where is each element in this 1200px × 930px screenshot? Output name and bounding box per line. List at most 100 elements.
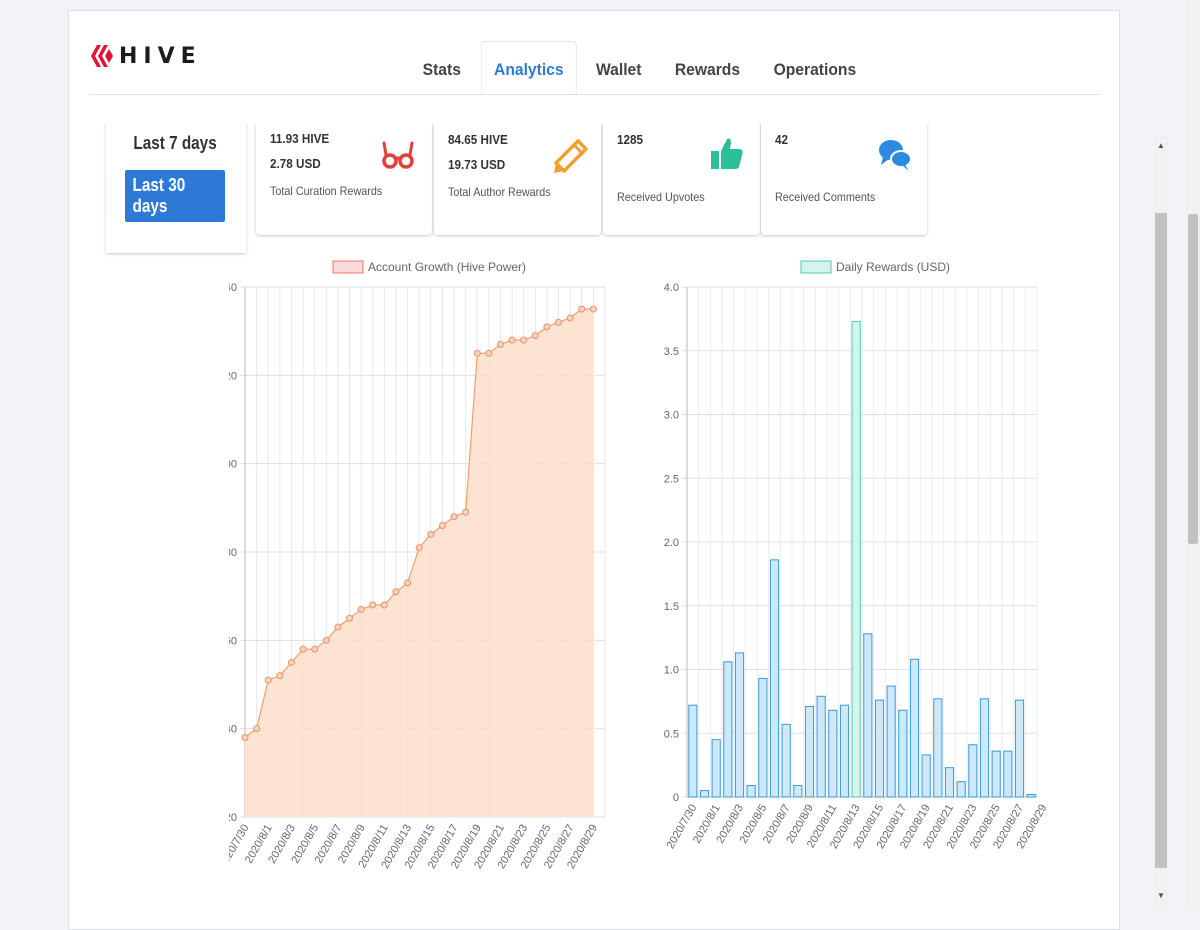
tab-operations[interactable]: Operations [761, 41, 869, 95]
content-scrollbar[interactable]: ▲ ▼ [1154, 135, 1168, 907]
main-tabs: Stats Analytics Wallet Rewards Operation… [407, 41, 874, 95]
last-30-days-label: Last 30 days [132, 175, 186, 216]
rewards-bar [781, 723, 791, 798]
growth-ytick-label: 1540 [229, 724, 237, 736]
growth-ytick-label: 1600 [229, 459, 237, 471]
comments-label: Received Comments [775, 190, 876, 204]
rewards-bar [758, 677, 768, 798]
upvotes-card: 1285 Received Upvotes [603, 123, 760, 235]
last-30-days-button[interactable]: Last 30 days [125, 170, 225, 222]
growth-point [450, 513, 458, 521]
growth-point [357, 605, 365, 613]
growth-ytick-label: 1560 [229, 635, 237, 647]
rewards-ytick-label: 1.5 [664, 601, 679, 613]
tab-rewards[interactable]: Rewards [662, 41, 753, 95]
scroll-up-arrow[interactable]: ▲ [1154, 139, 1168, 153]
growth-ytick-label: 1580 [229, 547, 237, 559]
rewards-bar [909, 658, 920, 798]
rewards-bar [793, 785, 803, 798]
rewards-bar [746, 785, 756, 798]
rewards-bar [839, 704, 850, 798]
rewards-bar [711, 739, 721, 798]
scroll-down-arrow[interactable]: ▼ [1154, 889, 1168, 903]
growth-point [299, 645, 307, 653]
growth-point [589, 305, 597, 313]
growth-point [473, 349, 481, 357]
account-growth-chart: Account Growth (Hive Power) 1520 1540 1560 1… [229, 260, 606, 871]
page-card: HIVE Stats Analytics Wallet Rewards Oper… [68, 10, 1168, 930]
growth-point [241, 734, 249, 741]
growth-ytick-label: 1640 [229, 282, 237, 294]
growth-point [380, 601, 388, 609]
logo-text: HIVE [119, 43, 202, 69]
rewards-ytick-label: 3.5 [664, 346, 679, 358]
growth-point [334, 623, 342, 631]
rewards-bar [956, 781, 966, 798]
growth-ytick-label: 1520 [229, 812, 237, 824]
rewards-ytick-label: 3.0 [664, 410, 679, 422]
growth-point [566, 314, 574, 322]
rewards-ytick-label: 1.0 [664, 665, 679, 677]
rewards-ytick-label: 2.5 [664, 473, 679, 485]
tab-wallet[interactable]: Wallet [583, 41, 654, 95]
date-range-panel: Last 7 days Last 30 days [106, 123, 246, 253]
growth-point [531, 332, 539, 340]
page-scroll-thumb[interactable] [1188, 214, 1198, 544]
growth-point [462, 508, 470, 516]
author-rewards-card: 84.65 HIVE 19.73 USD Total Author Reward… [434, 123, 601, 235]
growth-point [392, 588, 400, 596]
upvotes-count: 1285 [617, 132, 644, 147]
thumbs-up-icon [711, 138, 743, 169]
rewards-bar [1003, 750, 1013, 798]
growth-point [311, 645, 319, 653]
growth-legend-swatch [332, 260, 364, 274]
author-usd: 19.73 USD [448, 157, 506, 172]
rewards-ytick-label: 0 [673, 792, 679, 804]
rewards-bar [804, 705, 815, 798]
content-scroll-thumb[interactable] [1155, 213, 1167, 868]
growth-point [427, 530, 435, 538]
growth-point [287, 658, 295, 666]
rewards-bar [723, 661, 733, 798]
growth-point [264, 676, 272, 684]
growth-point [508, 336, 516, 344]
author-label: Total Author Rewards [448, 185, 551, 199]
hive-logo-icon [91, 45, 113, 67]
rewards-bar [688, 704, 698, 798]
last-7-days-button[interactable]: Last 7 days [125, 123, 225, 169]
hive-logo[interactable]: HIVE [89, 41, 202, 71]
rewards-xtick-label: 2020/7/30 [665, 803, 700, 851]
growth-ytick-label: 1620 [229, 370, 237, 382]
rewards-bar [699, 790, 710, 798]
rewards-bar [968, 744, 978, 798]
curation-usd: 2.78 USD [270, 156, 321, 171]
growth-point [438, 522, 446, 529]
rewards-bar [863, 633, 873, 798]
growth-point [346, 614, 354, 622]
growth-point [543, 323, 551, 331]
growth-point [404, 579, 412, 587]
tab-stats[interactable]: Stats [410, 41, 474, 95]
comments-icon [879, 140, 912, 171]
rewards-bar [886, 685, 896, 798]
rewards-bar [874, 699, 885, 798]
rewards-bar [769, 559, 780, 798]
rewards-bar [991, 750, 1001, 798]
curation-hive: 11.93 HIVE [270, 131, 330, 146]
tab-analytics[interactable]: Analytics [480, 41, 577, 95]
rewards-bar [898, 709, 908, 798]
curation-rewards-card: 11.93 HIVE 2.78 USD Total Curation Rewar… [256, 123, 432, 235]
comments-count: 42 [775, 132, 789, 147]
pencil-icon [554, 139, 588, 173]
curation-label: Total Curation Rewards [270, 184, 383, 198]
growth-point [520, 336, 528, 344]
growth-legend: Account Growth (Hive Power) [332, 260, 526, 274]
growth-point [485, 349, 493, 357]
growth-legend-label: Account Growth (Hive Power) [368, 260, 526, 274]
page-scrollbar[interactable] [1186, 0, 1200, 908]
rewards-ytick-label: 0.5 [664, 728, 679, 740]
growth-point [415, 544, 423, 552]
upvotes-label: Received Upvotes [617, 190, 705, 204]
rewards-bar [944, 767, 955, 798]
rewards-legend: Daily Rewards (USD) [800, 260, 950, 274]
